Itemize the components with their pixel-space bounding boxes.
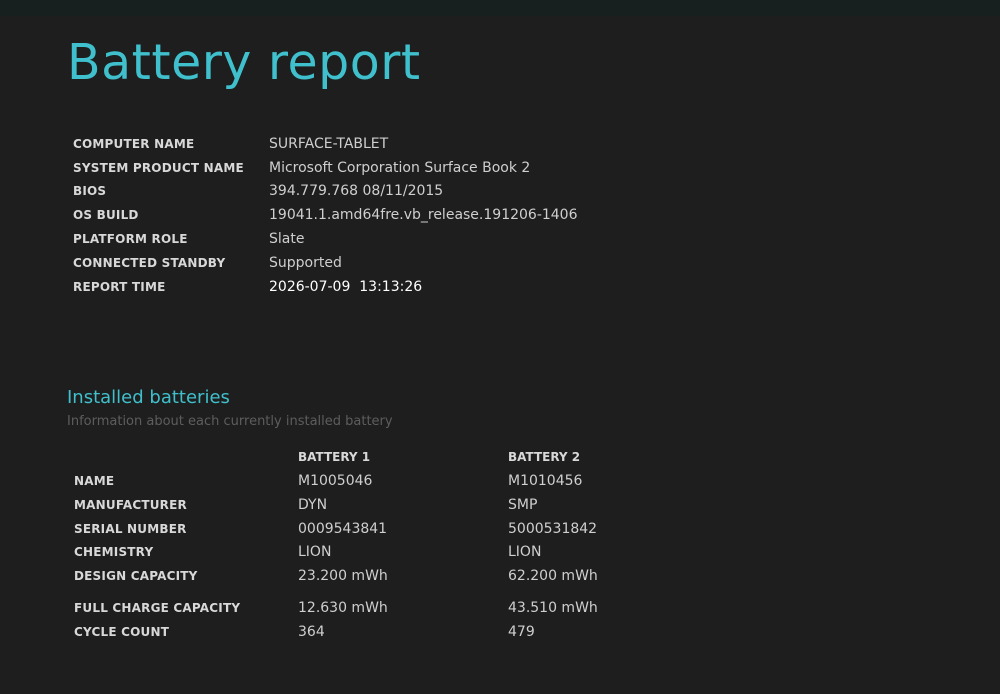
info-label: CONNECTED STANDBY	[73, 255, 226, 270]
battery-1-value: M1005046	[298, 473, 373, 489]
system-info-table: COMPUTER NAME SURFACE-TABLET SYSTEM PROD…	[73, 132, 578, 299]
info-value: 394.779.768 08/11/2015	[269, 183, 444, 200]
battery-row-manufacturer: MANUFACTURER DYN SMP	[0, 494, 1000, 516]
battery-row-label: NAME	[74, 474, 115, 488]
battery-row-label: SERIAL NUMBER	[74, 522, 187, 536]
battery-1-value: LION	[298, 544, 332, 560]
battery-row-label: MANUFACTURER	[74, 498, 187, 512]
battery-2-value: LION	[508, 544, 542, 560]
battery-2-value: 479	[508, 624, 535, 640]
battery-1-value: 12.630 mWh	[298, 600, 388, 616]
battery-2-value: M1010456	[508, 473, 583, 489]
battery-row-cycle-count: CYCLE COUNT 364 479	[0, 621, 1000, 643]
battery-row-label: DESIGN CAPACITY	[74, 569, 198, 583]
battery-row-full-charge-capacity: FULL CHARGE CAPACITY 12.630 mWh 43.510 m…	[0, 597, 1000, 619]
battery-report-page: Battery report COMPUTER NAME SURFACE-TAB…	[0, 16, 1000, 694]
installed-batteries-heading: Installed batteries	[67, 387, 230, 408]
battery-2-header: BATTERY 2	[508, 450, 581, 464]
battery-row-design-capacity: DESIGN CAPACITY 23.200 mWh 62.200 mWh	[0, 565, 1000, 587]
info-row-system-product-name: SYSTEM PRODUCT NAME Microsoft Corporatio…	[73, 156, 578, 180]
info-row-report-time: REPORT TIME 2026-07-09 13:13:26	[73, 275, 578, 299]
battery-2-value: SMP	[508, 497, 538, 513]
battery-1-value: 23.200 mWh	[298, 568, 388, 584]
battery-1-value: DYN	[298, 497, 328, 513]
battery-row-serial-number: SERIAL NUMBER 0009543841 5000531842	[0, 518, 1000, 540]
battery-row-chemistry: CHEMISTRY LION LION	[0, 541, 1000, 563]
battery-2-value: 5000531842	[508, 521, 598, 537]
info-value: Supported	[269, 254, 342, 271]
battery-row-label: FULL CHARGE CAPACITY	[74, 601, 241, 615]
info-row-computer-name: COMPUTER NAME SURFACE-TABLET	[73, 132, 578, 156]
battery-2-value: 62.200 mWh	[508, 568, 598, 584]
info-label: BIOS	[73, 184, 107, 199]
battery-2-value: 43.510 mWh	[508, 600, 598, 616]
info-label: COMPUTER NAME	[73, 136, 195, 151]
installed-batteries-subtitle: Information about each currently install…	[67, 414, 393, 429]
battery-1-value: 0009543841	[298, 521, 388, 537]
battery-row-label: CHEMISTRY	[74, 545, 154, 559]
info-row-connected-standby: CONNECTED STANDBY Supported	[73, 251, 578, 275]
info-label: PLATFORM ROLE	[73, 232, 188, 247]
info-label: SYSTEM PRODUCT NAME	[73, 160, 244, 175]
info-value: Slate	[269, 231, 305, 248]
battery-row-name: NAME M1005046 M1010456	[0, 470, 1000, 492]
info-value: 2026-07-09 13:13:26	[269, 278, 423, 295]
battery-1-value: 364	[298, 624, 325, 640]
info-value: Microsoft Corporation Surface Book 2	[269, 159, 531, 176]
info-row-os-build: OS BUILD 19041.1.amd64fre.vb_release.191…	[73, 203, 578, 227]
info-value: SURFACE-TABLET	[269, 135, 389, 152]
info-value: 19041.1.amd64fre.vb_release.191206-1406	[269, 207, 578, 224]
window-top-bar	[0, 0, 1000, 16]
page-title: Battery report	[67, 34, 421, 91]
info-row-platform-role: PLATFORM ROLE Slate	[73, 227, 578, 251]
info-label: OS BUILD	[73, 208, 139, 223]
battery-row-label: CYCLE COUNT	[74, 625, 170, 639]
info-label: REPORT TIME	[73, 279, 166, 294]
battery-1-header: BATTERY 1	[298, 450, 371, 464]
info-row-bios: BIOS 394.779.768 08/11/2015	[73, 180, 578, 204]
